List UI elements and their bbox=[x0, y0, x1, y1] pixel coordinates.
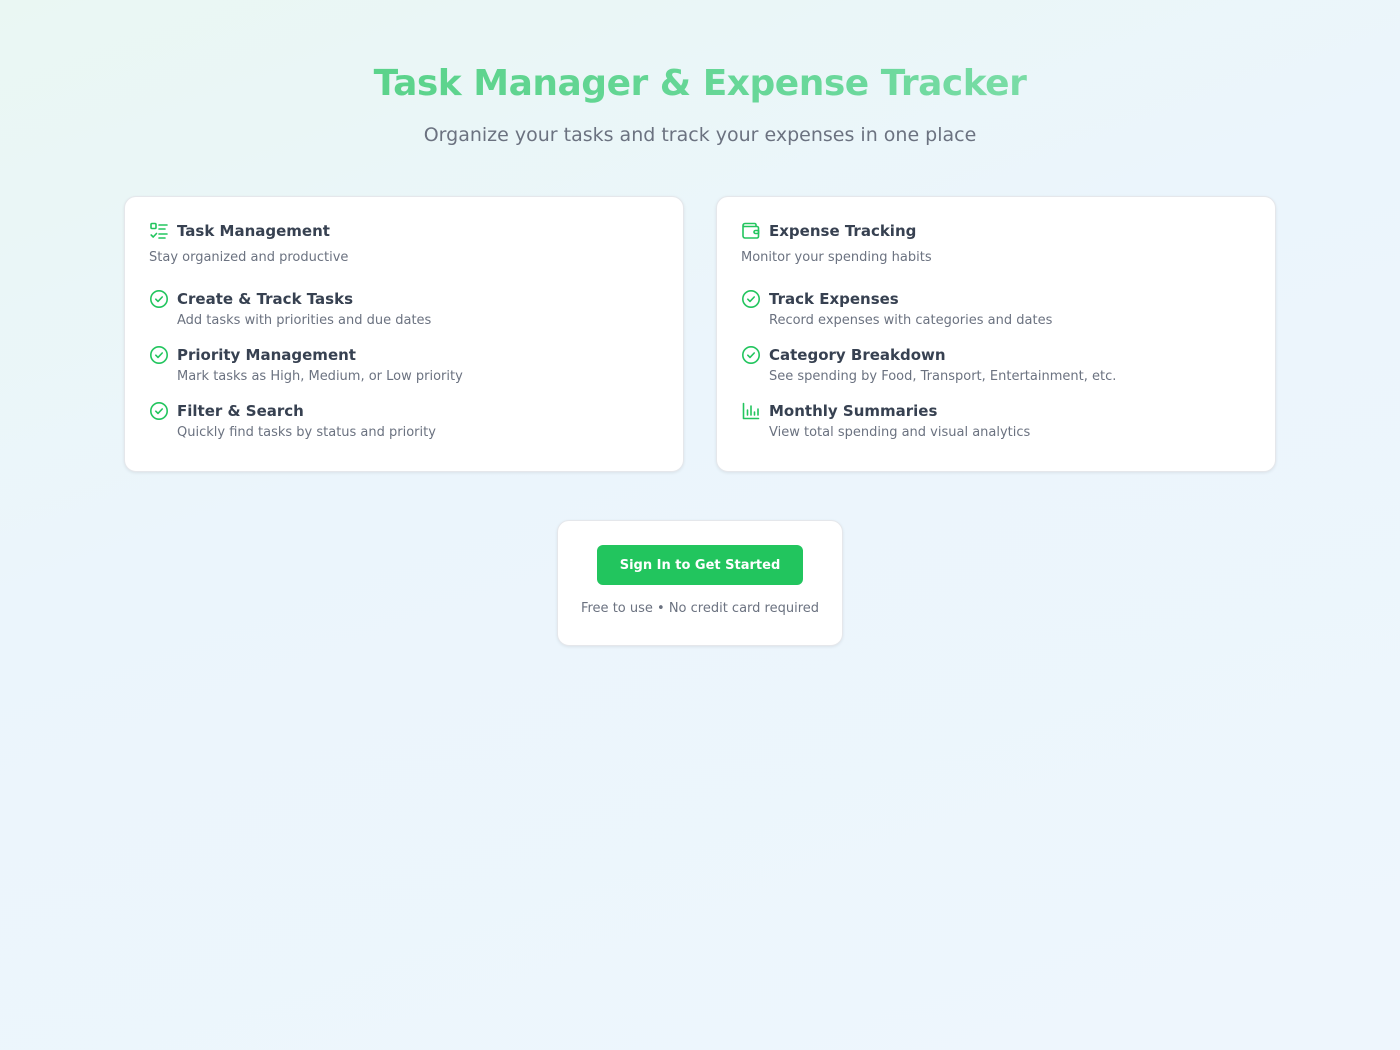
page-title: Task Manager & Expense Tracker bbox=[0, 62, 1400, 106]
check-circle-icon bbox=[149, 401, 169, 421]
task-management-card: Task Management Stay organized and produ… bbox=[124, 196, 684, 472]
cta-note: Free to use • No credit card required bbox=[580, 601, 820, 616]
feature-title: Priority Management bbox=[177, 346, 356, 364]
page-subtitle: Organize your tasks and track your expen… bbox=[423, 124, 977, 146]
feature-description: Quickly find tasks by status and priorit… bbox=[177, 425, 436, 440]
card-title: Expense Tracking bbox=[769, 222, 917, 240]
hero: Task Manager & Expense Tracker Organize … bbox=[0, 62, 1400, 148]
feature-description: View total spending and visual analytics bbox=[769, 425, 1031, 440]
feature-item: Category Breakdown See spending by Food,… bbox=[741, 345, 1251, 401]
landing-page: Task Manager & Expense Tracker Organize … bbox=[0, 0, 1400, 1050]
feature-description: Mark tasks as High, Medium, or Low prior… bbox=[177, 369, 463, 384]
card-header: Expense Tracking bbox=[741, 221, 1251, 241]
expense-tracking-card: Expense Tracking Monitor your spending h… bbox=[716, 196, 1276, 472]
cta-card: Sign In to Get Started Free to use • No … bbox=[557, 520, 843, 646]
check-circle-icon bbox=[741, 289, 761, 309]
feature-item: Priority Management Mark tasks as High, … bbox=[149, 345, 659, 401]
card-header: Task Management bbox=[149, 221, 659, 241]
feature-description: See spending by Food, Transport, Enterta… bbox=[769, 369, 1117, 384]
feature-title: Monthly Summaries bbox=[769, 402, 938, 420]
check-circle-icon bbox=[149, 289, 169, 309]
feature-list: Track Expenses Record expenses with cate… bbox=[741, 289, 1251, 457]
feature-list: Create & Track Tasks Add tasks with prio… bbox=[149, 289, 659, 457]
feature-item: Create & Track Tasks Add tasks with prio… bbox=[149, 289, 659, 345]
sign-in-button[interactable]: Sign In to Get Started bbox=[597, 545, 803, 585]
feature-description: Record expenses with categories and date… bbox=[769, 313, 1053, 328]
feature-item: Filter & Search Quickly find tasks by st… bbox=[149, 401, 659, 457]
card-subtitle: Stay organized and productive bbox=[149, 250, 349, 265]
feature-title: Create & Track Tasks bbox=[177, 290, 354, 308]
feature-title: Track Expenses bbox=[769, 290, 899, 308]
check-circle-icon bbox=[149, 345, 169, 365]
card-subtitle: Monitor your spending habits bbox=[741, 250, 932, 265]
card-title: Task Management bbox=[177, 222, 330, 240]
task-list-icon bbox=[149, 221, 169, 241]
check-circle-icon bbox=[741, 345, 761, 365]
feature-item: Track Expenses Record expenses with cate… bbox=[741, 289, 1251, 345]
feature-title: Category Breakdown bbox=[769, 346, 946, 364]
feature-item: Monthly Summaries View total spending an… bbox=[741, 401, 1251, 457]
bar-chart-icon bbox=[741, 401, 761, 421]
feature-description: Add tasks with priorities and due dates bbox=[177, 313, 432, 328]
feature-title: Filter & Search bbox=[177, 402, 304, 420]
wallet-icon bbox=[741, 221, 761, 241]
